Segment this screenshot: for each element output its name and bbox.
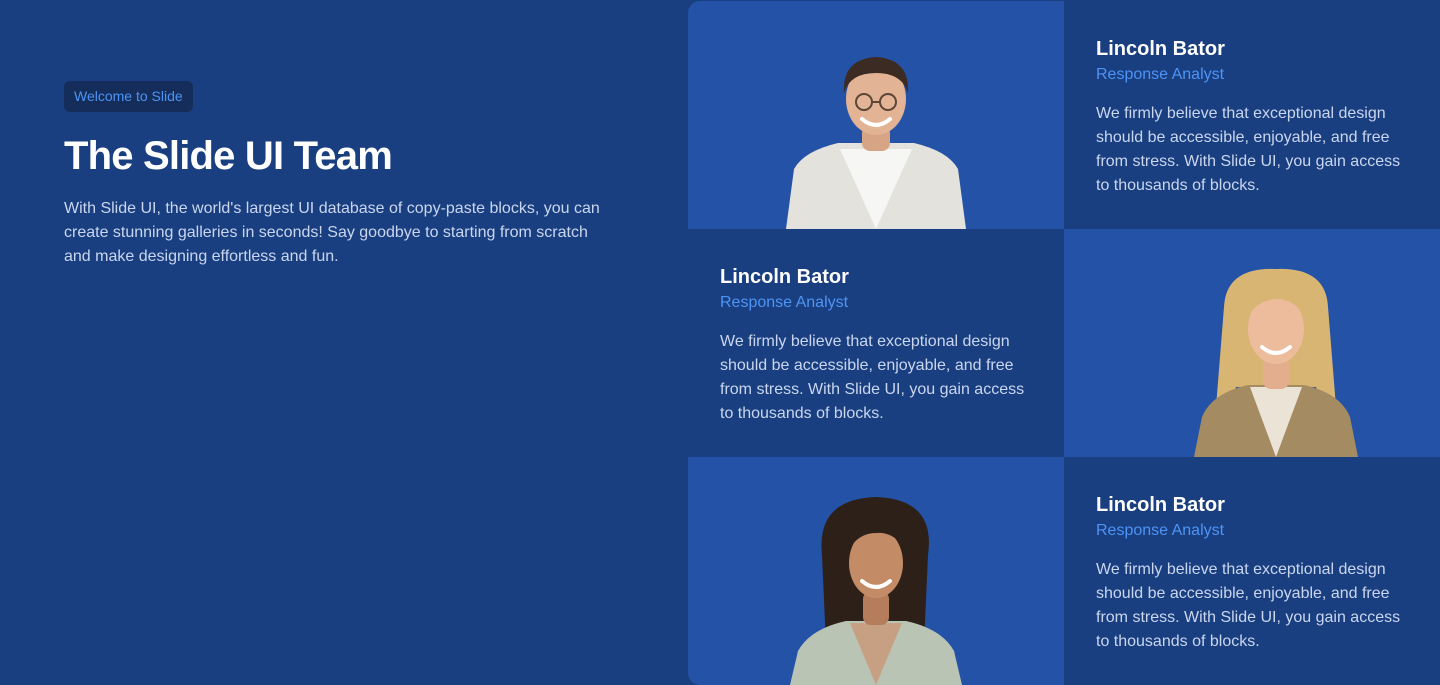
team-member-bio: We firmly believe that exceptional desig… <box>1096 561 1401 650</box>
team-member-role: Response Analyst <box>1096 522 1225 539</box>
team-member-1-card: Lincoln Bator Response Analyst We firmly… <box>1064 1 1440 229</box>
team-member-2-card: Lincoln Bator Response Analyst We firmly… <box>688 229 1064 457</box>
welcome-badge: Welcome to Slide <box>64 81 193 112</box>
woman-blonde-portrait <box>1176 267 1376 457</box>
team-member-2-photo <box>1064 229 1440 457</box>
intro-section: Welcome to Slide The Slide UI Team With … <box>64 81 624 269</box>
team-member-role: Response Analyst <box>720 294 849 311</box>
intro-text: With Slide UI, the world's largest UI da… <box>64 200 600 265</box>
team-member-name: Lincoln Bator <box>1096 38 1225 60</box>
team-member-3-card: Lincoln Bator Response Analyst We firmly… <box>1064 457 1440 685</box>
team-member-1-photo <box>688 1 1064 229</box>
team-member-bio: We firmly believe that exceptional desig… <box>1096 105 1401 194</box>
team-member-role: Response Analyst <box>1096 66 1225 83</box>
team-member-name: Lincoln Bator <box>1096 494 1225 516</box>
page-title: The Slide UI Team <box>64 134 393 178</box>
man-portrait <box>776 49 976 229</box>
team-member-name: Lincoln Bator <box>720 266 849 288</box>
team-grid: Lincoln Bator Response Analyst We firmly… <box>688 1 1440 685</box>
woman-curly-portrait <box>776 495 976 685</box>
team-member-bio: We firmly believe that exceptional desig… <box>720 333 1025 422</box>
team-member-3-photo <box>688 457 1064 685</box>
